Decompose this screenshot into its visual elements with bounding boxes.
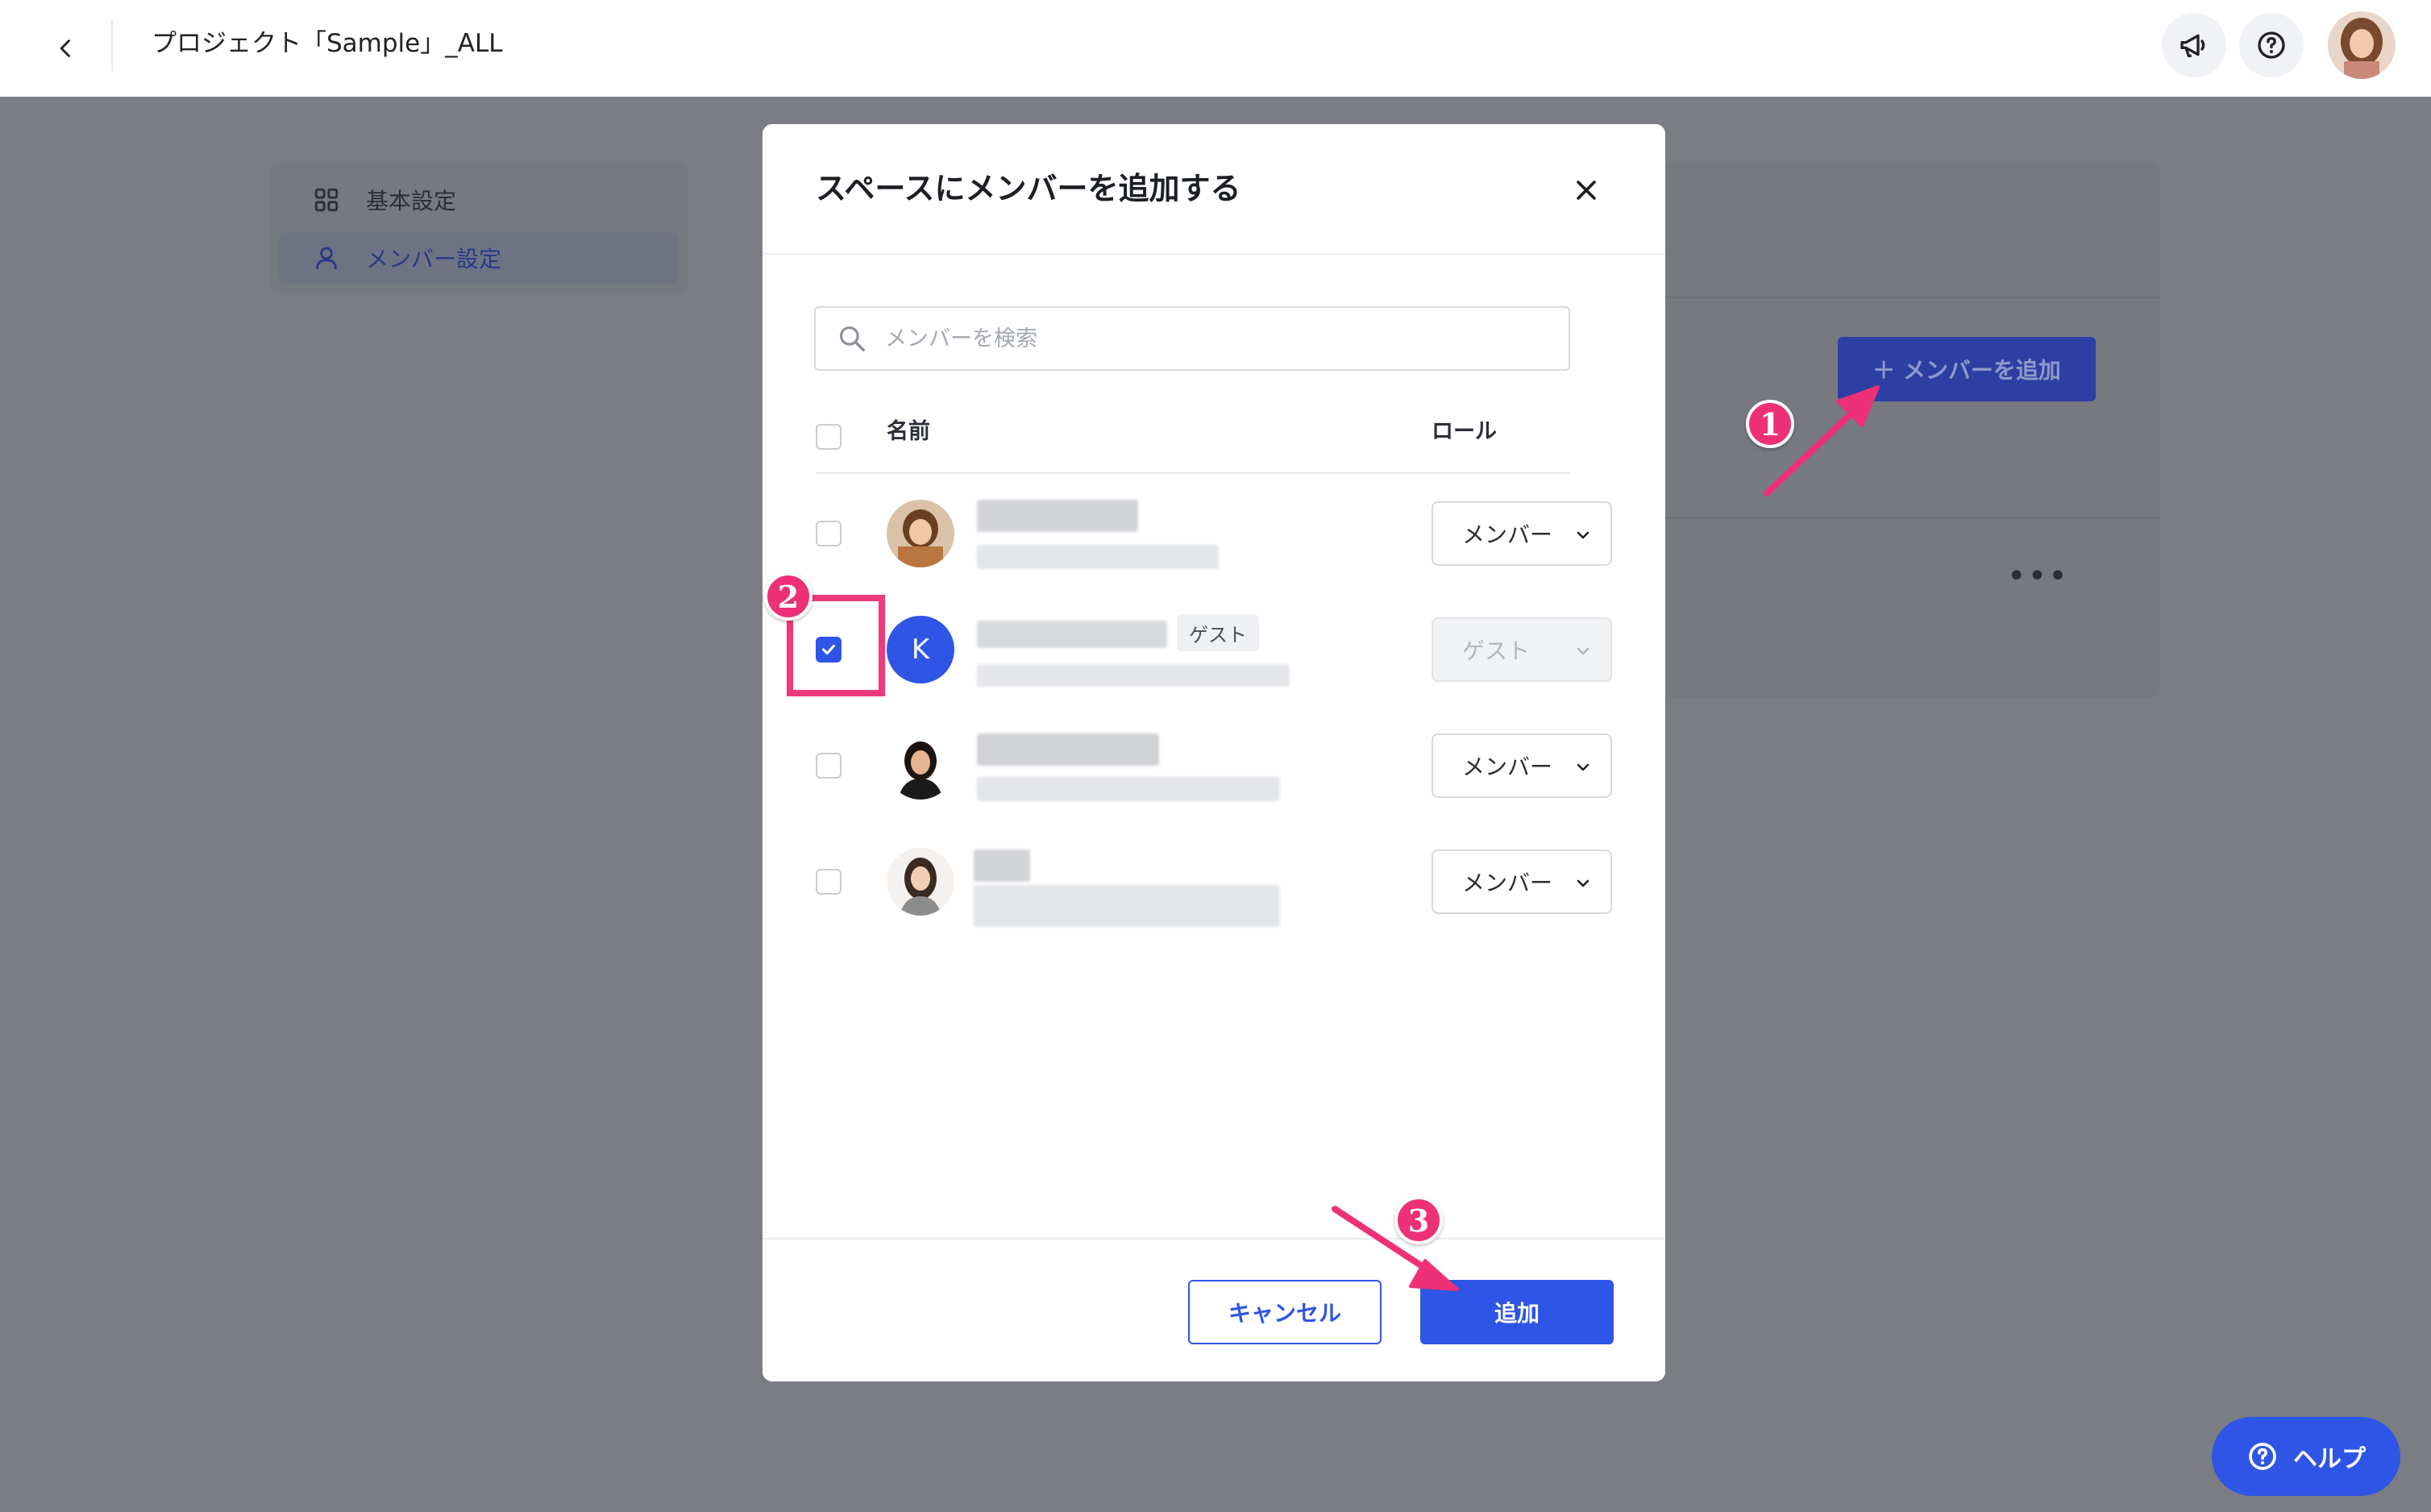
column-header-role: ロール xyxy=(1432,419,1497,444)
user-avatar[interactable] xyxy=(2328,11,2396,79)
chevron-down-icon xyxy=(1577,879,1590,887)
role-select: ゲスト xyxy=(1432,617,1612,682)
row-checkbox[interactable] xyxy=(816,869,842,895)
modal-header-divider xyxy=(763,253,1665,255)
select-all-checkbox[interactable] xyxy=(816,424,842,450)
topbar-divider xyxy=(111,19,113,71)
sidebar-item-member-settings[interactable]: メンバー設定 xyxy=(279,232,679,284)
role-select[interactable]: メンバー xyxy=(1432,733,1612,798)
annotation-step-3: 3 xyxy=(1394,1196,1443,1244)
members-panel xyxy=(1660,161,2160,698)
name-redacted xyxy=(977,500,1138,532)
cancel-button[interactable]: キャンセル xyxy=(1188,1280,1382,1344)
role-select[interactable]: メンバー xyxy=(1432,849,1612,914)
close-icon xyxy=(1577,181,1596,200)
help-button-label: ヘルプ xyxy=(2293,1445,2366,1473)
search-field[interactable] xyxy=(814,306,1570,371)
search-input[interactable] xyxy=(885,326,1546,351)
row-checkbox[interactable] xyxy=(816,521,842,546)
add-member-button[interactable]: ＋ メンバーを追加 xyxy=(1838,337,2096,401)
name-redacted xyxy=(977,621,1167,648)
chevron-down-icon xyxy=(1577,531,1590,539)
panel-divider xyxy=(1660,517,2160,519)
user-icon xyxy=(311,243,342,273)
sidebar-item-label: 基本設定 xyxy=(366,188,457,214)
annotation-step-1: 1 xyxy=(1746,400,1794,448)
settings-sidebar: 基本設定 メンバー設定 xyxy=(269,161,688,295)
guest-badge: ゲスト xyxy=(1177,614,1259,651)
announcements-button[interactable] xyxy=(2162,13,2226,77)
email-redacted xyxy=(977,777,1280,801)
avatar xyxy=(887,732,954,800)
chevron-down-icon xyxy=(1577,647,1590,655)
annotation-step-2: 2 xyxy=(764,572,812,621)
search-icon xyxy=(839,326,865,351)
role-select[interactable]: メンバー xyxy=(1432,501,1612,566)
close-button[interactable] xyxy=(1564,168,1609,213)
sidebar-item-basic-settings[interactable]: 基本設定 xyxy=(279,174,679,226)
role-value: メンバー xyxy=(1462,754,1553,780)
role-value: メンバー xyxy=(1462,521,1553,548)
avatar xyxy=(887,848,954,916)
modal-footer-divider xyxy=(763,1238,1665,1240)
chevron-down-icon xyxy=(1577,763,1590,771)
modal-title: スペースにメンバーを追加する xyxy=(816,171,1241,206)
email-redacted xyxy=(974,885,1280,927)
more-options-button[interactable]: ••• xyxy=(2007,560,2069,592)
add-button[interactable]: 追加 xyxy=(1420,1280,1614,1344)
email-redacted xyxy=(977,545,1219,569)
back-button[interactable] xyxy=(42,24,90,73)
table-header-divider xyxy=(816,472,1570,474)
avatar xyxy=(887,500,954,567)
page-title: プロジェクト「Sample」_ALL xyxy=(152,29,503,58)
sidebar-item-label: メンバー設定 xyxy=(366,246,502,272)
column-header-name: 名前 xyxy=(887,419,930,444)
top-bar: プロジェクト「Sample」_ALL xyxy=(0,0,2431,97)
avatar: K xyxy=(887,616,954,683)
chevron-left-icon xyxy=(60,39,70,57)
name-redacted xyxy=(974,849,1030,882)
question-circle-icon xyxy=(2249,1443,2276,1470)
add-member-modal: スペースにメンバーを追加する 名前 ロール メンバー K ゲスト ゲスト xyxy=(763,124,1665,1381)
email-redacted xyxy=(977,664,1290,687)
name-redacted xyxy=(977,733,1159,766)
panel-divider xyxy=(1660,297,2160,298)
help-button[interactable]: ヘルプ xyxy=(2212,1417,2400,1496)
question-circle-icon xyxy=(2258,31,2285,59)
megaphone-icon xyxy=(2180,34,2205,58)
grid-icon xyxy=(311,185,342,215)
row-checkbox[interactable] xyxy=(816,753,842,779)
role-value: ゲスト xyxy=(1462,638,1531,664)
help-icon-button[interactable] xyxy=(2239,13,2304,77)
role-value: メンバー xyxy=(1462,870,1553,896)
